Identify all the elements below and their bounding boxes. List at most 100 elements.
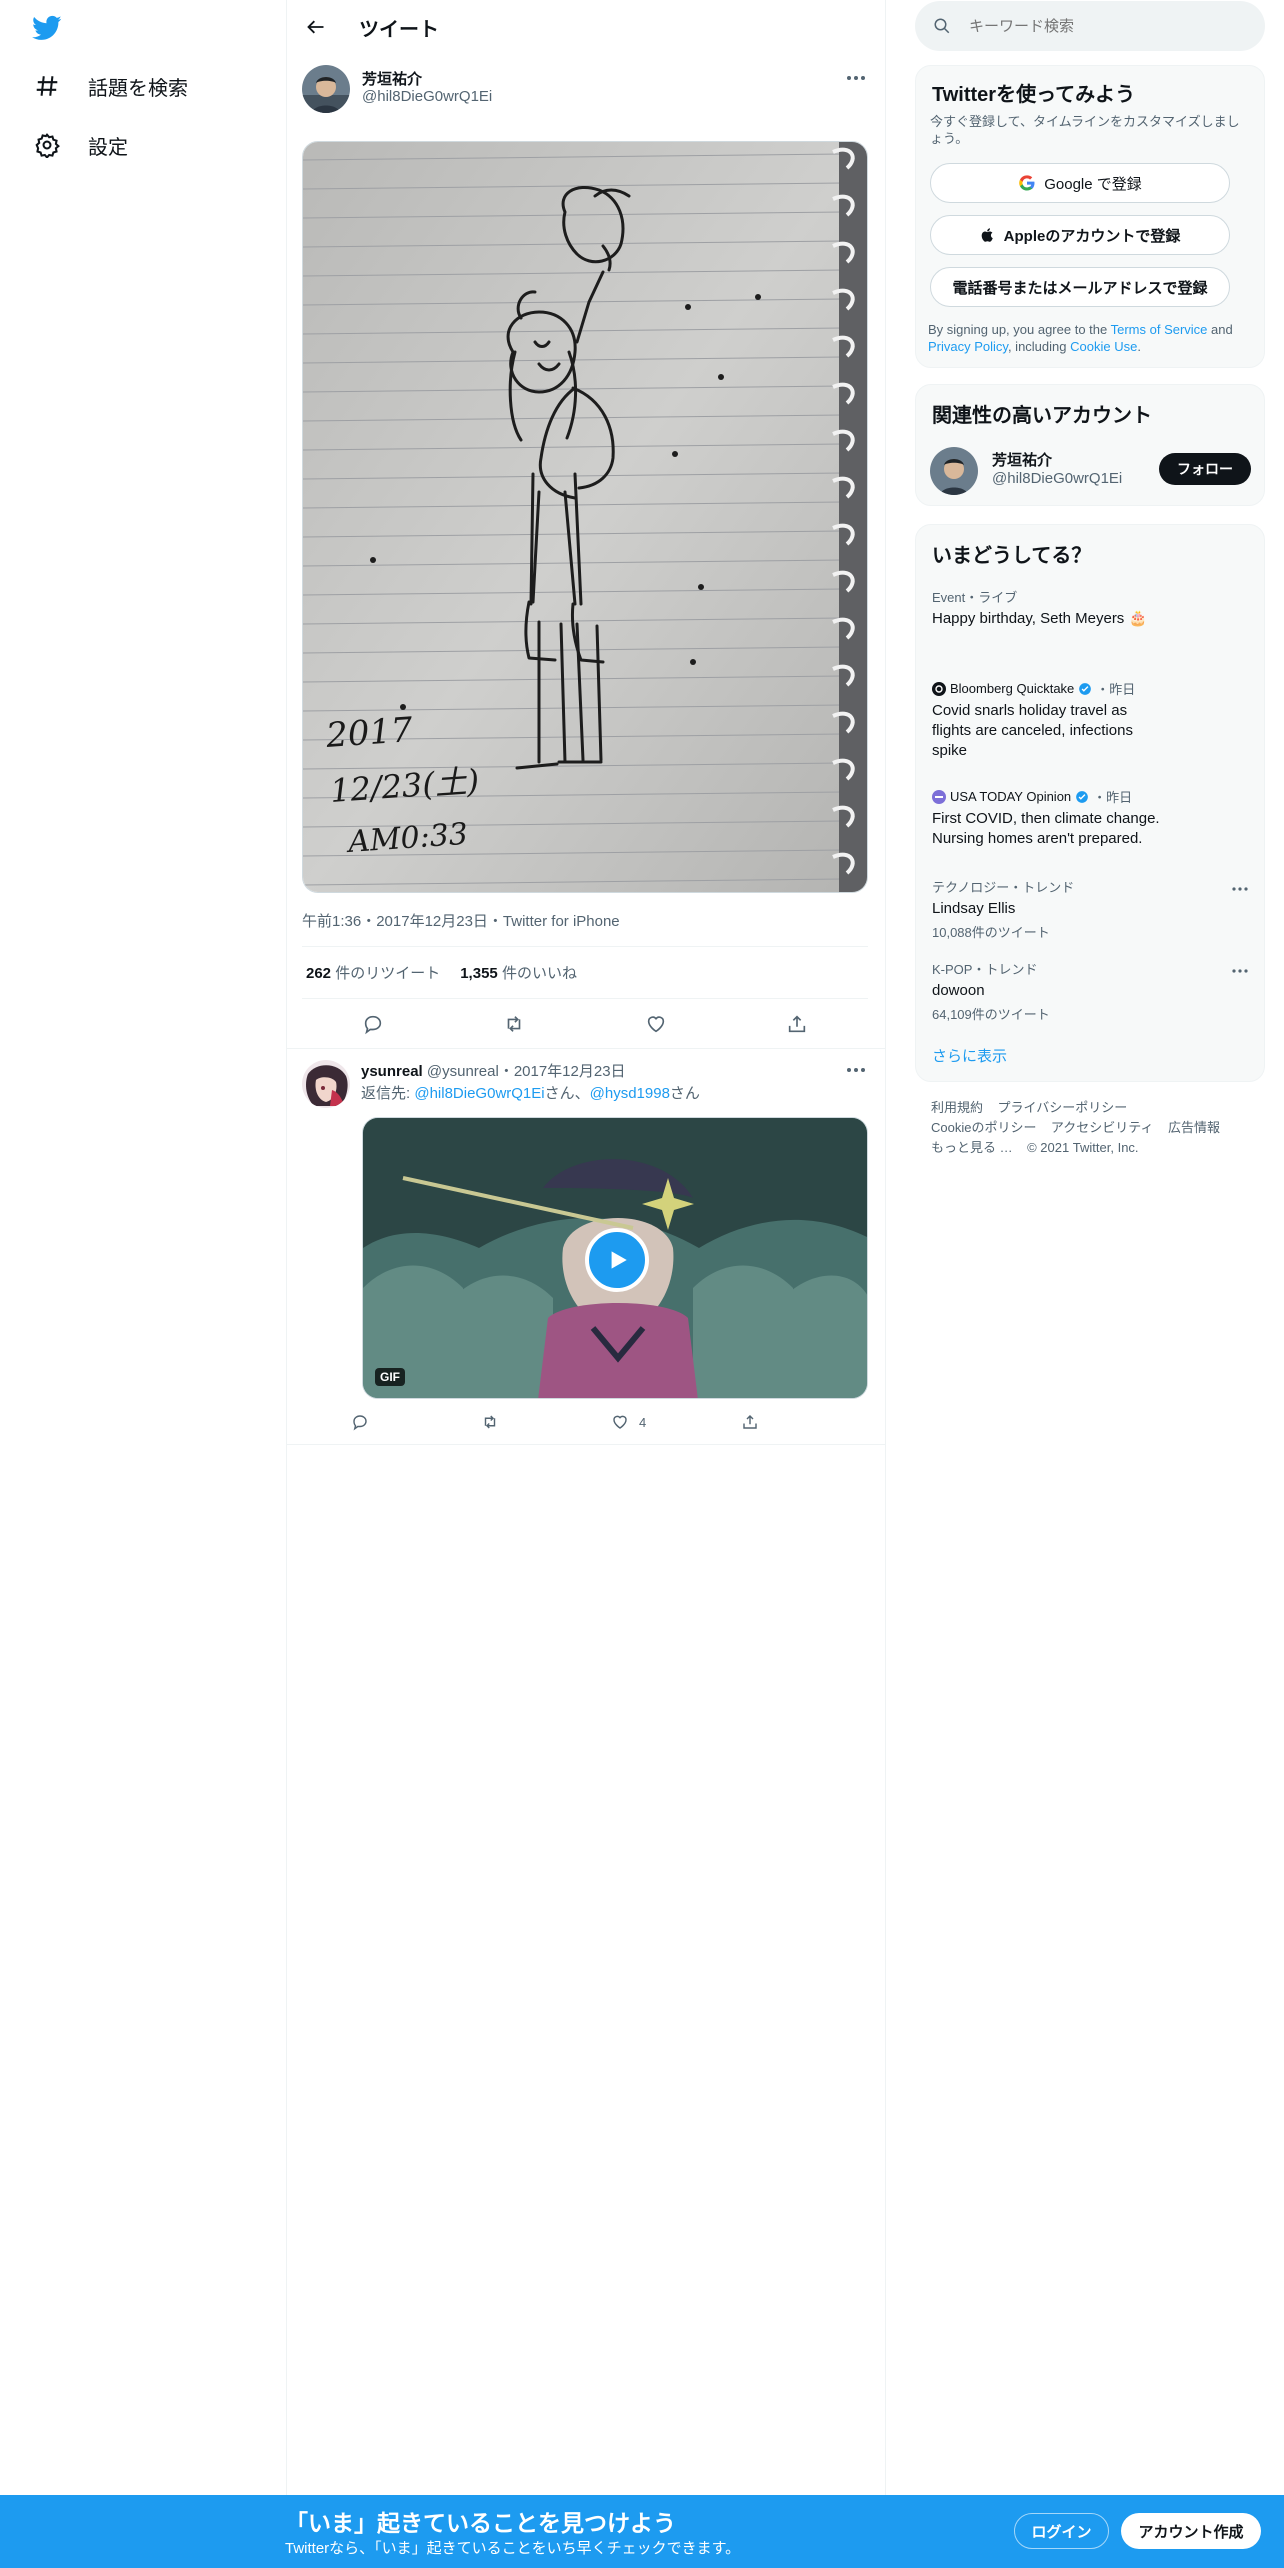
trends-card: いまどうしてる？ Event・ライブ Happy birthday, Seth … (915, 524, 1265, 1082)
copyright: © 2021 Twitter, Inc. (1027, 1140, 1139, 1155)
mention-link[interactable]: @hysd1998 (590, 1085, 670, 1102)
divider (287, 1048, 885, 1049)
trend-item[interactable]: テクノロジー・トレンド Lindsay Ellis 10,088件のツイート (932, 877, 1242, 941)
google-signup-button[interactable]: Google で登録 (930, 163, 1230, 203)
google-icon (1018, 174, 1036, 192)
like-stat[interactable]: 1,355 件のいいね (460, 962, 577, 983)
share-icon[interactable] (778, 1005, 816, 1043)
cookie-link[interactable]: Cookie Use (1070, 339, 1137, 354)
footer-links: 利用規約 プライバシーポリシー Cookieのポリシー アクセシビリティ 広告情… (931, 1098, 1220, 1158)
top-bar: ツイート (287, 0, 885, 53)
footer-more-link[interactable]: もっと見る … (931, 1140, 1013, 1155)
left-nav: 話題を検索 設定 (0, 0, 286, 2495)
main-column: ツイート 芳垣祐介 @hil8DieG0wrQ1Ei 2017 12/23(土)… (286, 0, 886, 2495)
apple-icon (980, 226, 996, 244)
tweet-timestamp[interactable]: 午前1:36・2017年12月23日・Twitter for iPhone (302, 910, 620, 931)
reply-share-action[interactable] (741, 1413, 871, 1431)
usatoday-logo-icon (932, 789, 946, 804)
create-account-button[interactable]: アカウント作成 (1121, 2513, 1261, 2549)
author-avatar[interactable] (302, 65, 350, 113)
like-icon (611, 1413, 629, 1431)
trend-item[interactable]: Event・ライブ Happy birthday, Seth Meyers 🎂 (932, 587, 1242, 629)
divider (302, 946, 868, 947)
footer-link[interactable]: 広告情報 (1168, 1120, 1220, 1135)
login-button[interactable]: ログイン (1014, 2513, 1109, 2549)
nav-label-explore: 話題を検索 (88, 77, 188, 100)
follow-button[interactable]: フォロー (1159, 453, 1251, 485)
share-icon (741, 1413, 759, 1431)
reply-icon[interactable] (354, 1005, 392, 1043)
footer-link[interactable]: 利用規約 (931, 1100, 983, 1115)
more-options-icon[interactable] (842, 68, 870, 88)
reply-reply-action[interactable] (351, 1413, 481, 1431)
reply-header: ysunreal @ysunreal・2017年12月23日 (361, 1060, 626, 1081)
trends-title: いまどうしてる？ (932, 545, 1092, 567)
retweet-stat[interactable]: 262 件のリツイート (306, 962, 440, 983)
trend-more-icon[interactable] (1226, 879, 1254, 899)
reply-date[interactable]: ・2017年12月23日 (499, 1063, 626, 1080)
reply-like-count: 4 (639, 1414, 647, 1430)
bottom-signup-bar: 「いま」起きていることを見つけよう Twitterなら、「いま」起きていることを… (0, 2495, 1284, 2568)
reply-gif[interactable]: GIF (362, 1117, 868, 1399)
verified-icon (1075, 790, 1089, 804)
reply-actions: 4 (351, 1408, 871, 1436)
bloomberg-logo-icon (932, 681, 946, 696)
terms-text: By signing up, you agree to the Terms of… (928, 322, 1233, 354)
hashtag-icon (28, 67, 66, 105)
related-title: 関連性の高いアカウント (932, 405, 1152, 427)
search-icon (933, 17, 951, 35)
reply-icon (351, 1413, 369, 1431)
reply-author-handle[interactable]: @ysunreal (427, 1063, 499, 1080)
photo-handwriting-year: 2017 (324, 710, 414, 756)
news-item[interactable]: Bloomberg Quicktake ・昨日 Covid snarls hol… (932, 679, 1162, 761)
phone-email-signup-button[interactable]: 電話番号またはメールアドレスで登録 (930, 267, 1230, 307)
gif-badge: GIF (375, 1368, 405, 1386)
signup-card: Twitterを使ってみよう 今すぐ登録して、タイムラインをカスタマイズしましょ… (915, 65, 1265, 368)
reply-author-avatar[interactable] (302, 1060, 350, 1108)
tweet-actions (302, 1000, 868, 1048)
page-title: ツイート (359, 19, 439, 41)
apple-signup-button[interactable]: Appleのアカウントで登録 (930, 215, 1230, 255)
search-bar[interactable] (915, 1, 1265, 51)
related-accounts-card: 関連性の高いアカウント 芳垣祐介 @hil8DieG0wrQ1Ei フォロー (915, 384, 1265, 506)
gear-icon (28, 126, 66, 164)
verified-icon (1078, 682, 1092, 696)
tweet-photo[interactable]: 2017 12/23(土) AM0:33 (302, 141, 868, 893)
related-handle[interactable]: @hil8DieG0wrQ1Ei (992, 470, 1122, 487)
retweet-icon (481, 1413, 499, 1431)
retweet-icon[interactable] (495, 1005, 533, 1043)
play-icon[interactable] (585, 1228, 649, 1292)
show-more-link[interactable]: さらに表示 (932, 1045, 1007, 1066)
reply-retweet-action[interactable] (481, 1413, 611, 1431)
nav-item-explore[interactable]: 話題を検索 (28, 60, 188, 112)
signup-subtitle: 今すぐ登録して、タイムラインをカスタマイズしましょう。 (930, 114, 1240, 146)
search-input[interactable] (969, 17, 1229, 35)
related-avatar[interactable] (930, 447, 978, 495)
nav-item-settings[interactable]: 設定 (28, 119, 128, 171)
reply-author-name[interactable]: ysunreal (361, 1063, 423, 1080)
privacy-link[interactable]: Privacy Policy (928, 339, 1008, 354)
author-handle[interactable]: @hil8DieG0wrQ1Ei (362, 88, 492, 105)
trend-item[interactable]: K-POP・トレンド dowoon 64,109件のツイート (932, 959, 1242, 1023)
reply-more-options-icon[interactable] (842, 1060, 870, 1080)
signup-title: Twitterを使ってみよう (932, 84, 1136, 106)
trend-more-icon[interactable] (1226, 961, 1254, 981)
twitter-logo-icon[interactable] (30, 13, 64, 43)
reply-like-action[interactable]: 4 (611, 1413, 741, 1431)
bottom-bar-subtitle: Twitterなら、「いま」起きていることをいち早くチェックできます。 (285, 2540, 741, 2557)
nav-label-settings: 設定 (88, 136, 128, 159)
replying-to: 返信先: @hil8DieG0wrQ1Eiさん、@hysd1998さん (361, 1085, 700, 1102)
author-name[interactable]: 芳垣祐介 (362, 68, 422, 89)
footer-link[interactable]: Cookieのポリシー (931, 1120, 1036, 1135)
mention-link[interactable]: @hil8DieG0wrQ1Ei (414, 1085, 544, 1102)
like-icon[interactable] (637, 1005, 675, 1043)
footer-link[interactable]: プライバシーポリシー (997, 1100, 1127, 1115)
news-item[interactable]: USA TODAY Opinion ・昨日 First COVID, then … (932, 787, 1172, 849)
footer-link[interactable]: アクセシビリティ (1051, 1120, 1154, 1135)
bottom-bar-title: 「いま」起きていることを見つけよう (285, 2510, 676, 2536)
back-arrow-icon[interactable] (299, 10, 333, 44)
tweet-stats: 262 件のリツイート 1,355 件のいいね (306, 962, 577, 983)
related-name[interactable]: 芳垣祐介 (992, 449, 1052, 470)
terms-link[interactable]: Terms of Service (1111, 322, 1208, 337)
divider (287, 1444, 885, 1445)
